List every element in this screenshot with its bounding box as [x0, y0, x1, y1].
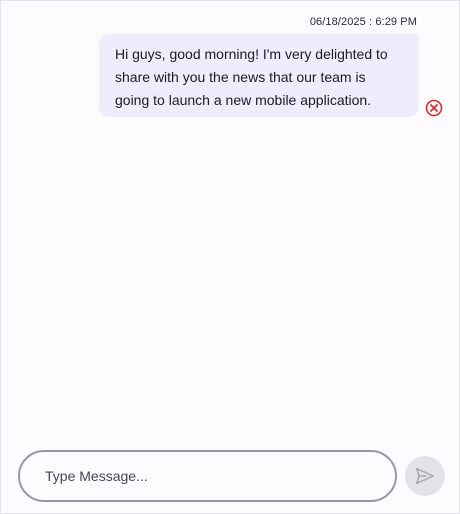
- error-circle-icon[interactable]: [425, 99, 443, 117]
- send-icon: [416, 467, 434, 485]
- message-composer: [18, 450, 397, 502]
- message-bubble: Hi guys, good morning! I'm very delighte…: [99, 34, 419, 117]
- chat-window: 06/18/2025 : 6:29 PM Hi guys, good morni…: [0, 0, 460, 514]
- send-button[interactable]: [405, 456, 445, 496]
- message-timestamp: 06/18/2025 : 6:29 PM: [309, 16, 417, 28]
- message-input[interactable]: [45, 468, 375, 484]
